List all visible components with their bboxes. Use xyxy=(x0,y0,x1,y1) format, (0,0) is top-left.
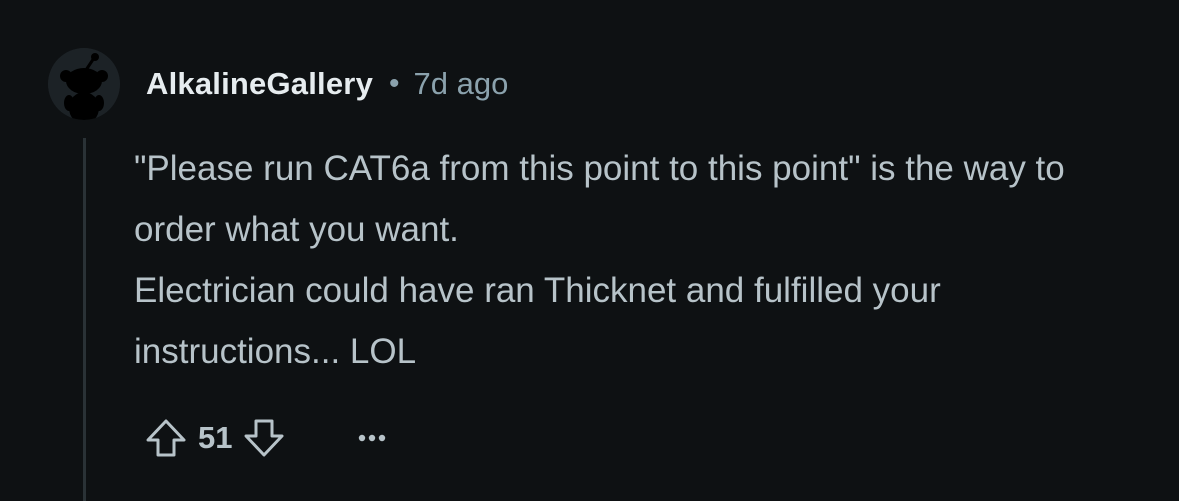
ellipsis-icon xyxy=(359,434,386,442)
snoo-avatar-icon xyxy=(48,48,120,120)
comment-paragraph: Electrician could have ran Thicknet and … xyxy=(134,271,941,371)
comment-header: AlkalineGallery • 7d ago xyxy=(146,62,508,106)
comment-actions: 51 xyxy=(140,410,392,466)
thread-line[interactable] xyxy=(83,138,86,501)
comment-timestamp[interactable]: 7d ago xyxy=(414,66,509,102)
arrow-up-icon xyxy=(146,419,186,457)
vote-score: 51 xyxy=(198,420,233,455)
more-options-button[interactable] xyxy=(352,418,392,458)
avatar[interactable] xyxy=(48,48,120,120)
username-link[interactable]: AlkalineGallery xyxy=(146,66,373,102)
meta-separator: • xyxy=(389,67,400,100)
arrow-down-icon xyxy=(244,419,284,457)
comment-body: "Please run CAT6a from this point to thi… xyxy=(134,138,1134,382)
downvote-button[interactable] xyxy=(238,412,290,464)
upvote-button[interactable] xyxy=(140,412,192,464)
comment-paragraph: "Please run CAT6a from this point to thi… xyxy=(134,149,1065,249)
